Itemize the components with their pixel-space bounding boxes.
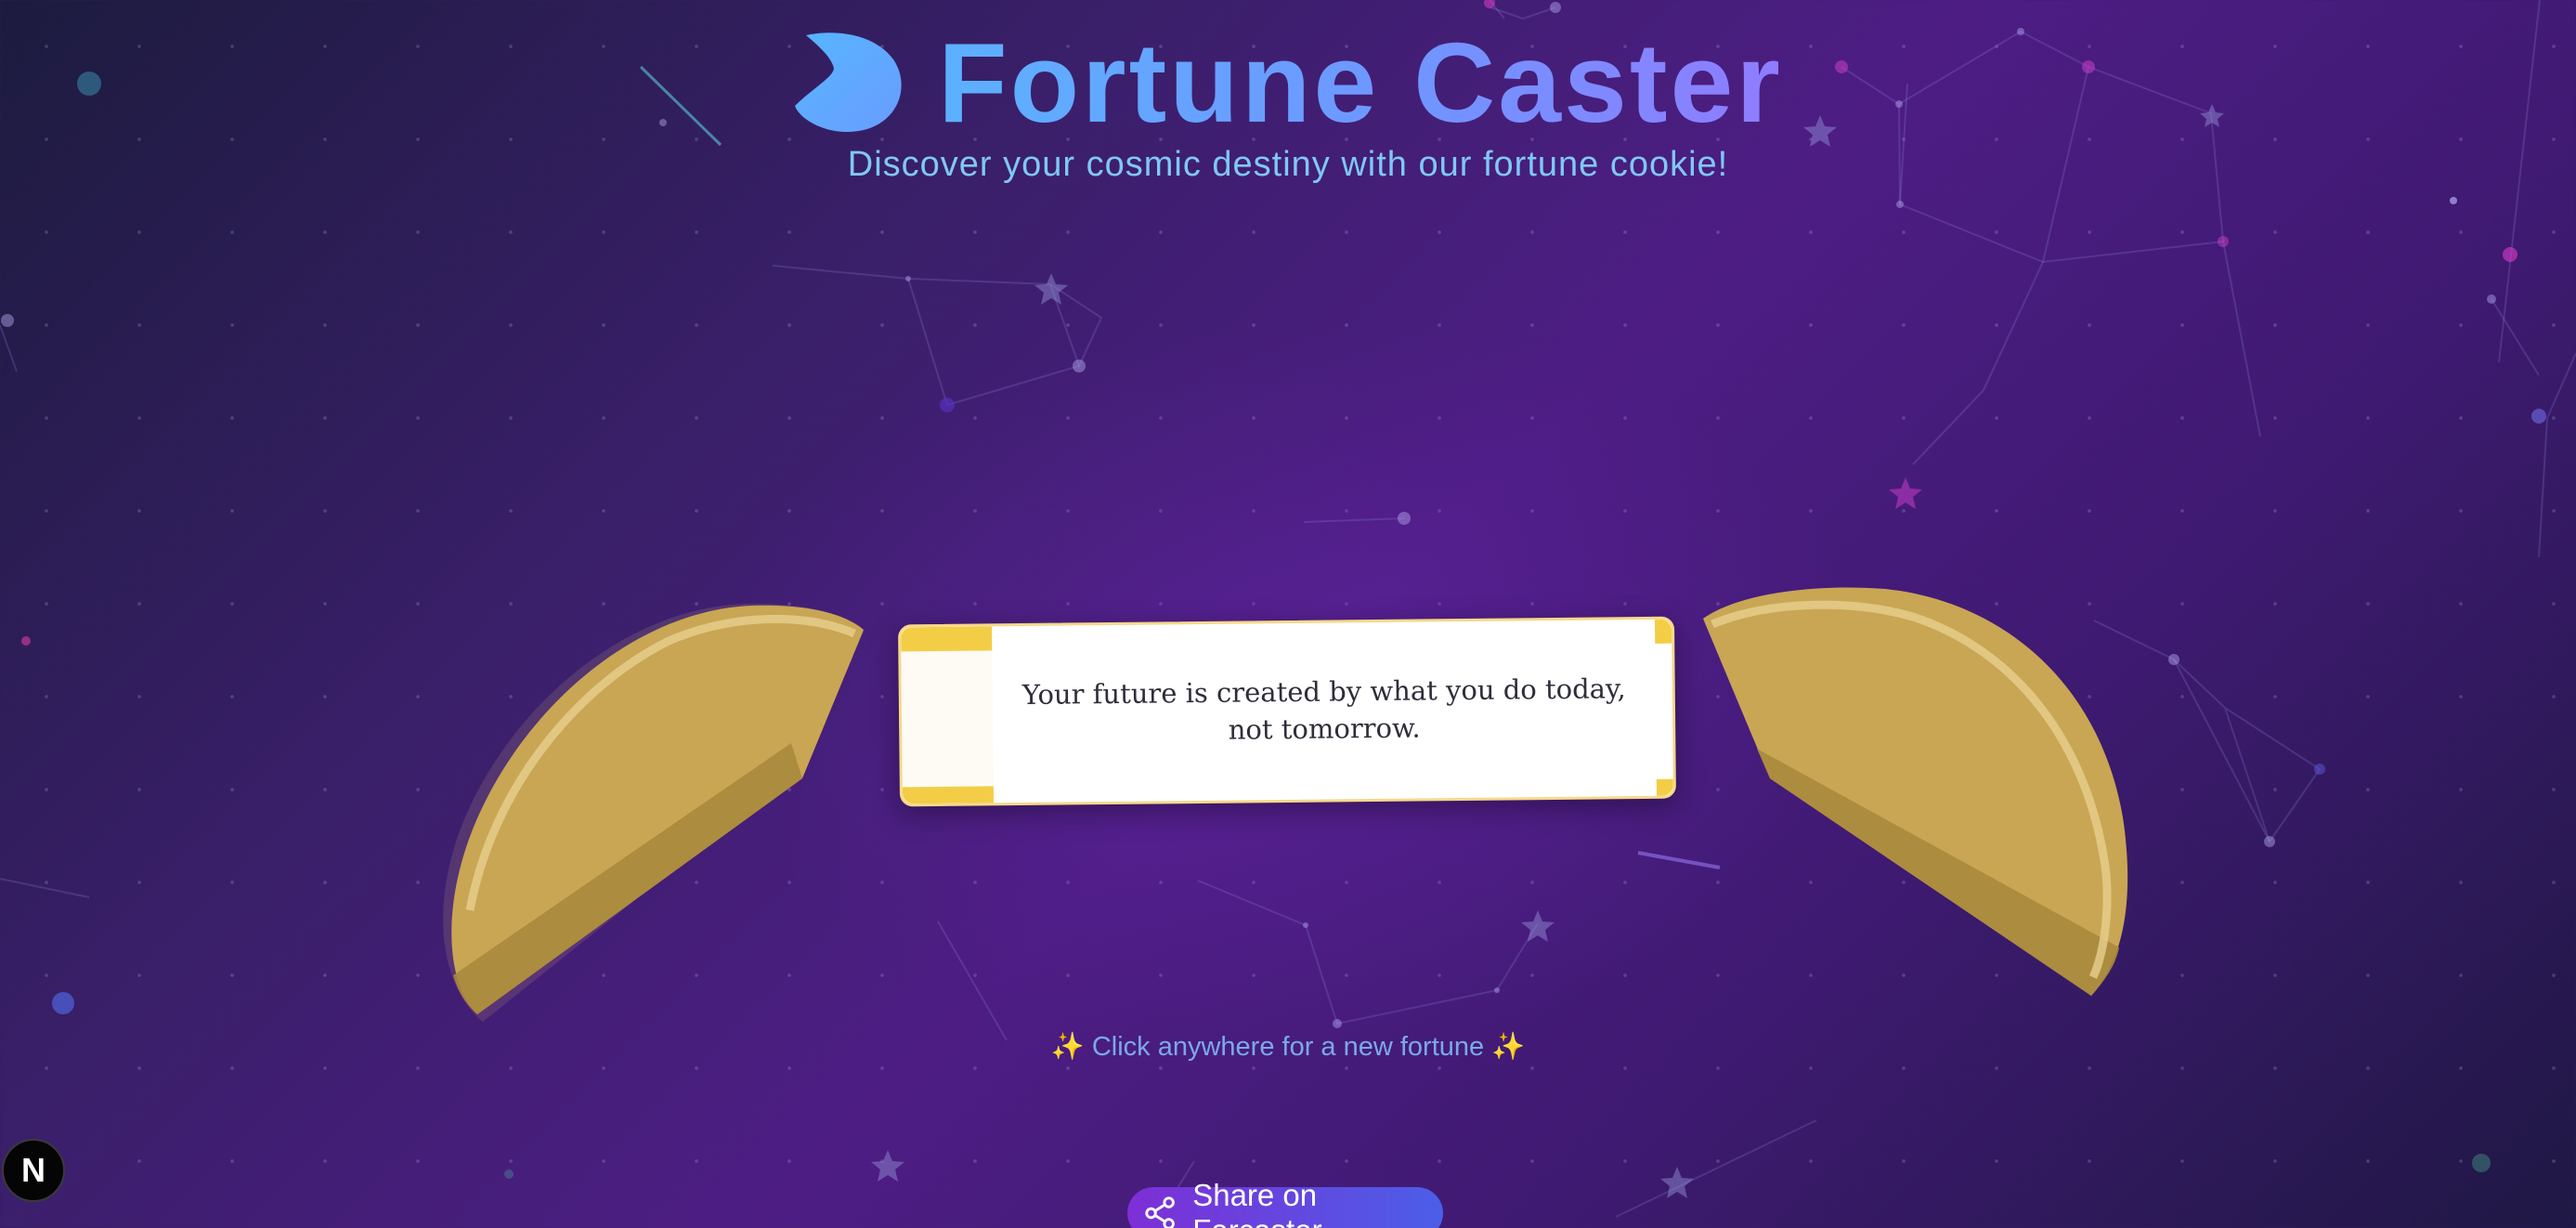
moon-cookie-icon xyxy=(795,33,902,132)
share-on-farcaster-button[interactable]: Share on Farcaster xyxy=(1127,1178,1443,1228)
paper-corner-bottom-left xyxy=(902,786,995,804)
share-button-label: Share on Farcaster xyxy=(1192,1178,1321,1228)
dev-tools-badge[interactable]: N xyxy=(2,1139,65,1202)
paper-corner-top-right xyxy=(1654,619,1672,644)
new-fortune-hint: ✨ Click anywhere for a new fortune ✨ xyxy=(1050,1032,1526,1062)
paper-corner-bottom-right xyxy=(1656,778,1673,796)
page-title: Fortune Caster xyxy=(938,20,1783,146)
page-header: Fortune Caster Discover your cosmic dest… xyxy=(0,26,2576,185)
title-row: Fortune Caster xyxy=(793,26,1783,139)
share-icon xyxy=(1145,1196,1175,1228)
paper-corner-top-left xyxy=(901,626,993,652)
fortune-paper[interactable]: Your future is created by what you do to… xyxy=(897,616,1677,807)
fortune-text: Your future is created by what you do to… xyxy=(1021,673,1626,746)
page-subtitle: Discover your cosmic destiny with our fo… xyxy=(847,145,1729,184)
paper-left-band xyxy=(901,626,995,804)
